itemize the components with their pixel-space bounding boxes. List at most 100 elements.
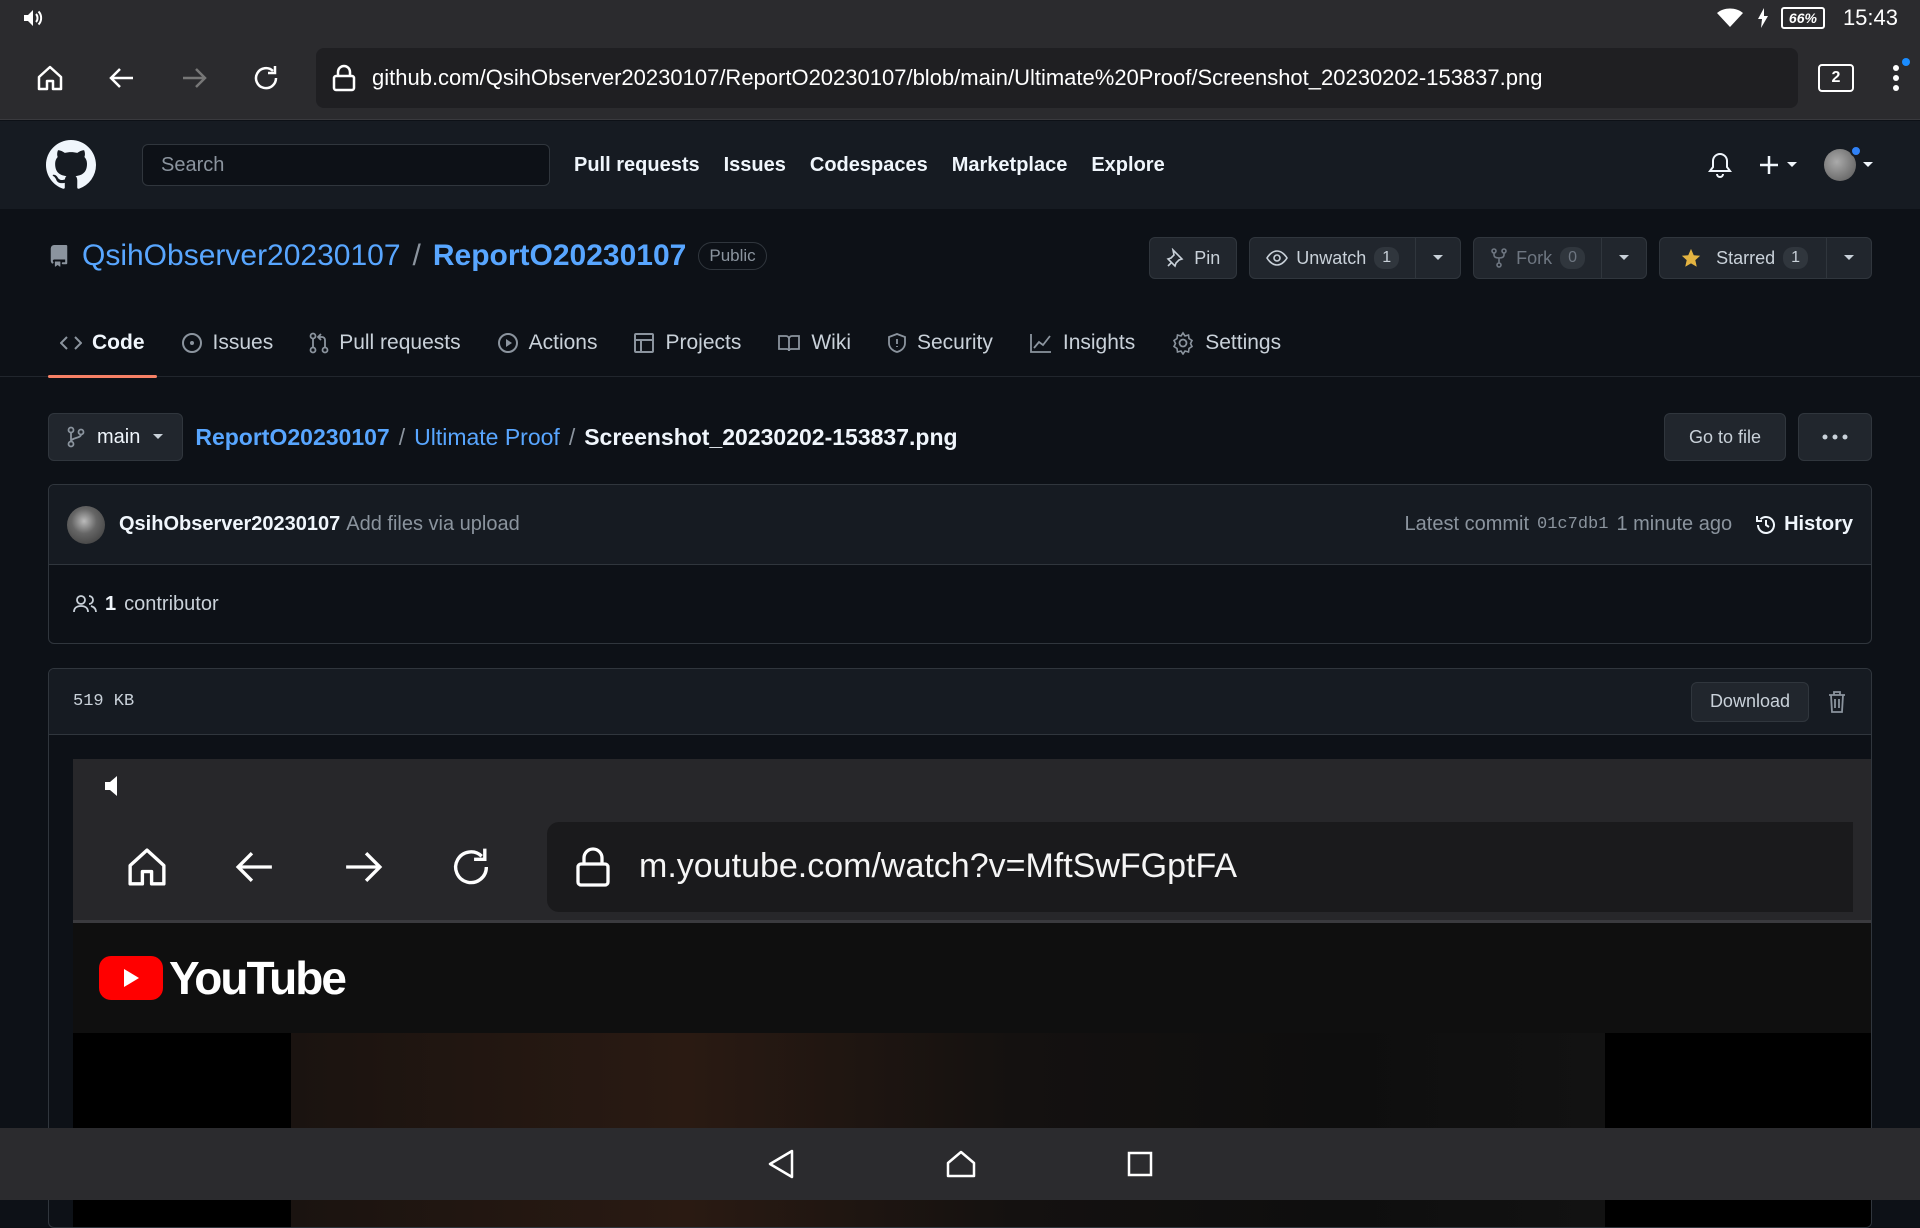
file-path-row: main ReportO20230107 / Ultimate Proof / … [48, 413, 1872, 461]
github-logo-icon[interactable] [46, 140, 96, 190]
history-link[interactable]: History [1754, 513, 1853, 537]
forward-button[interactable] [158, 42, 230, 114]
github-search-input[interactable]: Search [142, 144, 550, 186]
latest-commit-label: Latest commit [1404, 513, 1530, 535]
avatar[interactable] [67, 505, 105, 544]
fork-dropdown[interactable] [1601, 238, 1646, 278]
address-url: github.com/QsihObserver20230107/ReportO2… [372, 64, 1543, 90]
back-button[interactable] [86, 42, 158, 114]
download-button[interactable]: Download [1690, 681, 1809, 722]
pin-label: Pin [1194, 247, 1221, 268]
clock: 15:43 [1842, 5, 1898, 30]
youtube-wordmark: YouTube [169, 952, 347, 1004]
create-new-button[interactable] [1758, 154, 1798, 176]
preview-reload-icon [417, 817, 525, 917]
go-to-file-button[interactable]: Go to file [1663, 413, 1786, 461]
reload-button[interactable] [230, 42, 302, 114]
commit-author-link[interactable]: QsihObserver20230107 [119, 513, 340, 536]
repo-icon [48, 243, 70, 269]
caret-down-icon [1863, 162, 1873, 167]
nav-back-button[interactable] [767, 1149, 795, 1179]
star-dropdown[interactable] [1826, 238, 1871, 278]
breadcrumb-folder-link[interactable]: Ultimate Proof [414, 424, 560, 451]
forward-arrow-icon [183, 67, 207, 88]
branch-selector[interactable]: main [48, 413, 184, 461]
tab-wiki[interactable]: Wiki [765, 309, 863, 377]
preview-status-bar [73, 759, 1871, 813]
repo-title: QsihObserver20230107 / ReportO20230107 P… [48, 239, 767, 273]
repo-owner-link[interactable]: QsihObserver20230107 [82, 239, 401, 273]
github-header: Search Pull requests Issues Codespaces M… [0, 121, 1920, 209]
android-nav-bar [0, 1128, 1920, 1200]
contributors-row[interactable]: 1 contributor [49, 565, 1871, 643]
breadcrumb: ReportO20230107 / Ultimate Proof / Scree… [195, 424, 957, 451]
graph-icon [1029, 334, 1051, 353]
tab-label: Security [917, 331, 993, 354]
tab-pull-requests[interactable]: Pull requests [297, 309, 472, 377]
preview-address-bar: m.youtube.com/watch?v=MftSwFGptFA [547, 821, 1853, 912]
nav-home-button[interactable] [945, 1149, 977, 1179]
commit-message-link[interactable]: Add files via upload [346, 513, 519, 536]
repo-name-link[interactable]: ReportO20230107 [433, 239, 686, 273]
header-nav-codespaces[interactable]: Codespaces [810, 154, 928, 177]
caret-down-icon [153, 434, 164, 439]
ellipsis-icon [1822, 434, 1848, 440]
watch-button[interactable]: Unwatch 1 [1249, 237, 1462, 279]
user-menu-button[interactable] [1824, 145, 1874, 181]
pull-request-icon [309, 332, 329, 354]
bell-icon[interactable] [1708, 152, 1732, 178]
tab-label: Actions [528, 331, 598, 354]
header-nav-marketplace[interactable]: Marketplace [952, 154, 1068, 177]
preview-home-icon [93, 817, 201, 917]
home-button[interactable] [14, 42, 86, 114]
header-nav-explore[interactable]: Explore [1091, 154, 1164, 177]
browser-menu-button[interactable] [1892, 57, 1910, 92]
book-icon [778, 335, 801, 352]
battery-indicator: 66% [1780, 7, 1825, 29]
nav-recents-button[interactable] [1127, 1151, 1153, 1177]
preview-forward-icon [309, 817, 417, 917]
tab-issues[interactable]: Issues [169, 309, 286, 377]
tab-security[interactable]: Security [875, 309, 1005, 377]
header-nav-issues[interactable]: Issues [724, 154, 786, 177]
fork-label: Fork [1516, 247, 1553, 268]
breadcrumb-separator: / [568, 423, 576, 450]
history-icon [1756, 515, 1776, 534]
address-bar[interactable]: github.com/QsihObserver20230107/ReportO2… [316, 47, 1798, 108]
trash-icon[interactable] [1827, 690, 1847, 714]
preview-back-icon [201, 817, 309, 917]
tab-switcher-button[interactable]: 2 [1818, 63, 1854, 92]
branch-name: main [97, 425, 141, 448]
tab-projects[interactable]: Projects [621, 309, 753, 377]
commit-time: 1 minute ago [1616, 513, 1733, 535]
watch-dropdown[interactable] [1415, 238, 1460, 278]
pin-button[interactable]: Pin [1149, 237, 1238, 279]
tab-insights[interactable]: Insights [1017, 309, 1147, 377]
youtube-logo: YouTube [99, 951, 347, 1005]
visibility-badge: Public [698, 242, 767, 270]
more-options-button[interactable] [1798, 413, 1872, 461]
breadcrumb-file-name: Screenshot_20230202-153837.png [584, 423, 958, 450]
latest-commit-row: QsihObserver20230107 Add files via uploa… [49, 485, 1871, 565]
triangle-back-icon [768, 1149, 794, 1179]
tab-label: Pull requests [339, 331, 461, 354]
square-recents-icon [1127, 1151, 1153, 1177]
tab-settings[interactable]: Settings [1159, 309, 1293, 377]
header-nav-pull-requests[interactable]: Pull requests [574, 154, 700, 177]
gear-icon [1173, 331, 1194, 355]
commit-sha-link[interactable]: 01c7db1 [1537, 515, 1608, 534]
star-button[interactable]: Starred 1 [1659, 237, 1872, 279]
kebab-menu-icon [1893, 64, 1899, 91]
tab-label: Issues [212, 331, 274, 354]
tab-actions[interactable]: Actions [485, 309, 610, 377]
breadcrumb-repo-link[interactable]: ReportO20230107 [195, 424, 389, 451]
fork-icon [1491, 248, 1507, 268]
star-count: 1 [1783, 247, 1808, 269]
preview-youtube-header: YouTube [73, 923, 1871, 1033]
eye-icon [1266, 250, 1289, 266]
avatar [1824, 145, 1862, 181]
tab-code[interactable]: Code [48, 309, 157, 378]
fork-button[interactable]: Fork 0 [1473, 237, 1648, 279]
tab-label: Wiki [811, 331, 851, 354]
caret-down-icon [1619, 255, 1630, 260]
